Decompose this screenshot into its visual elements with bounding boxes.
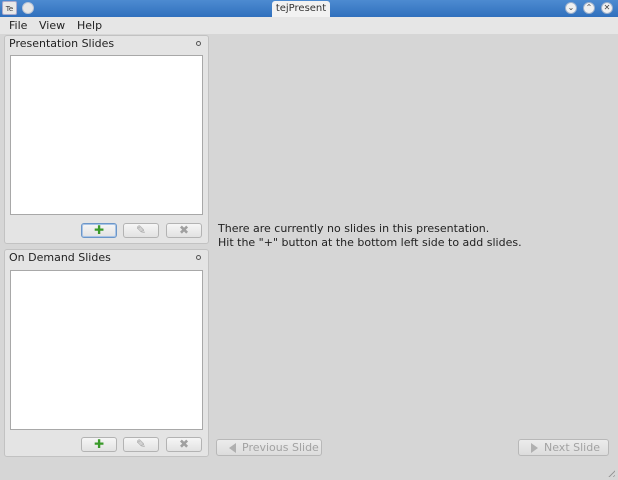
resize-grip[interactable] xyxy=(606,468,615,477)
previous-slide-button[interactable]: Previous Slide xyxy=(216,439,322,456)
next-slide-button[interactable]: Next Slide xyxy=(518,439,609,456)
app-icon[interactable]: Te xyxy=(2,1,17,15)
add-presentation-slide-button[interactable]: ✚ xyxy=(81,223,117,238)
arrow-right-icon xyxy=(531,443,538,453)
remove-on-demand-slide-button[interactable]: ✖ xyxy=(166,437,202,452)
arrow-left-icon xyxy=(229,443,236,453)
remove-icon: ✖ xyxy=(178,437,190,451)
message-line-2: Hit the "+" button at the bottom left si… xyxy=(218,236,522,249)
add-on-demand-slide-button[interactable]: ✚ xyxy=(81,437,117,452)
window-title: tejPresent xyxy=(272,1,330,17)
on-demand-slides-title: On Demand Slides xyxy=(9,251,111,264)
plus-icon: ✚ xyxy=(93,437,105,451)
panel-float-button[interactable] xyxy=(196,41,201,46)
edit-presentation-slide-button[interactable]: ✎ xyxy=(123,223,159,238)
menu-view[interactable]: View xyxy=(39,19,65,32)
remove-presentation-slide-button[interactable]: ✖ xyxy=(166,223,202,238)
previous-slide-label: Previous Slide xyxy=(242,441,319,454)
presentation-slides-title: Presentation Slides xyxy=(9,37,115,50)
close-icon: ✕ xyxy=(603,3,611,12)
presentation-slides-panel: Presentation Slides ✚ ✎ ✖ xyxy=(4,35,209,244)
on-demand-slides-list[interactable] xyxy=(10,270,203,430)
next-slide-label: Next Slide xyxy=(544,441,600,454)
on-demand-slides-panel: On Demand Slides ✚ ✎ ✖ xyxy=(4,249,209,457)
pencil-icon: ✎ xyxy=(135,223,147,237)
menu-help[interactable]: Help xyxy=(77,19,102,32)
pin-button[interactable] xyxy=(22,2,34,14)
empty-presentation-message: There are currently no slides in this pr… xyxy=(218,222,522,250)
chevron-up-icon: ⌃ xyxy=(585,3,593,12)
presentation-slides-list[interactable] xyxy=(10,55,203,215)
plus-icon: ✚ xyxy=(93,223,105,237)
pencil-icon: ✎ xyxy=(135,437,147,451)
title-bar[interactable]: Te tejPresent ⌄ ⌃ ✕ xyxy=(0,0,618,17)
edit-on-demand-slide-button[interactable]: ✎ xyxy=(123,437,159,452)
menu-file[interactable]: File xyxy=(9,19,27,32)
message-line-1: There are currently no slides in this pr… xyxy=(218,222,490,235)
chevron-down-icon: ⌄ xyxy=(567,3,575,12)
menu-bar: File View Help xyxy=(0,17,618,34)
close-button[interactable]: ✕ xyxy=(601,2,613,14)
minimize-button[interactable]: ⌄ xyxy=(565,2,577,14)
panel-float-button[interactable] xyxy=(196,255,201,260)
remove-icon: ✖ xyxy=(178,223,190,237)
maximize-button[interactable]: ⌃ xyxy=(583,2,595,14)
